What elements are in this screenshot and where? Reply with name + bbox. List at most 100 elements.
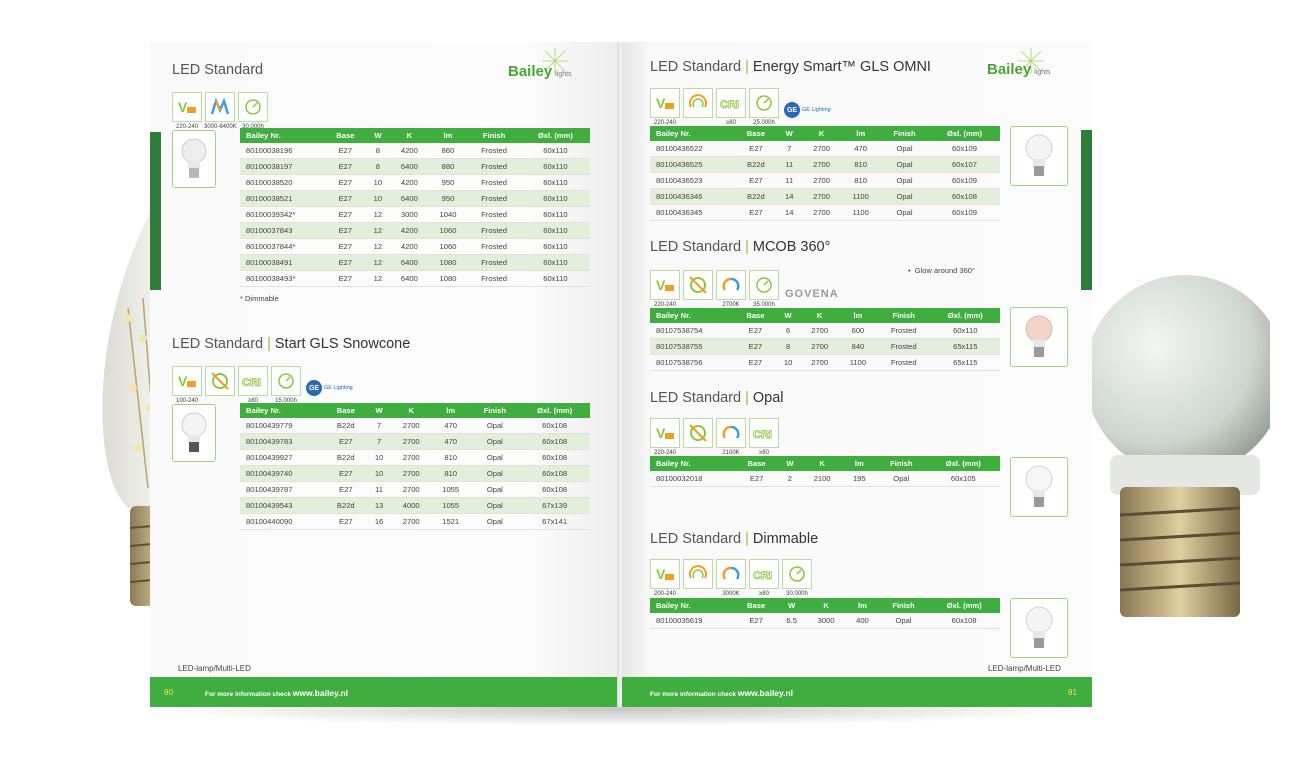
dual-color-icon: 3000-6400K bbox=[204, 92, 237, 130]
lifetime-icon: 30.000h bbox=[782, 559, 812, 597]
column-header: lm bbox=[839, 308, 877, 323]
table-cell: 810 bbox=[841, 156, 880, 173]
column-header: W bbox=[775, 308, 801, 323]
table-cell: 1080 bbox=[428, 270, 468, 287]
column-header: K bbox=[806, 598, 847, 613]
table-cell: 80100439543 bbox=[240, 497, 325, 514]
table-cell: E27 bbox=[325, 206, 366, 223]
table-cell: 7 bbox=[366, 418, 392, 434]
column-header: Base bbox=[735, 456, 779, 471]
column-header: Finish bbox=[467, 128, 521, 143]
table-cell: Frosted bbox=[467, 190, 521, 207]
column-header: W bbox=[366, 403, 392, 418]
section-title: LED Standard | Opal bbox=[650, 390, 784, 406]
non-dimmable-icon bbox=[683, 270, 713, 300]
right-page: LED Standard | Energy Smart™ GLS OMNI Bail… bbox=[622, 42, 1092, 707]
table-cell: Frosted bbox=[467, 143, 521, 159]
table-header-row: Bailey Nr. Base W K lm Finish Øxl. (mm) bbox=[240, 128, 590, 143]
table-cell: 60x105 bbox=[926, 471, 1000, 487]
table-cell: 950 bbox=[428, 190, 468, 207]
ge-lighting-logo: GE GE Lighting bbox=[784, 102, 831, 118]
table-cell: 80100038197 bbox=[240, 158, 325, 175]
column-header: Base bbox=[735, 598, 778, 613]
footer-category: LED-lamp/Multi-LED bbox=[988, 664, 1061, 673]
table-header-row: Bailey Nr. Base W K lm Finish Øxl. (mm) bbox=[650, 308, 1000, 323]
table-cell: 80100032018 bbox=[650, 471, 735, 487]
table-cell: 4200 bbox=[390, 238, 429, 255]
table-cell: 80100035619 bbox=[650, 613, 735, 629]
column-header: Bailey Nr. bbox=[650, 126, 735, 141]
spec-icons: V 220-240 2700K 35.000h GOVENA bbox=[650, 270, 839, 308]
voltage-icon: V 220-240 bbox=[650, 270, 680, 308]
table-cell: 2700 bbox=[391, 513, 431, 530]
column-header: Base bbox=[735, 126, 777, 141]
table-row: 80100439740 E27 10 2700 810 Opal 60x108 bbox=[240, 465, 590, 482]
table-row: 80100037844* E27 12 4200 1060 Frosted 60x110 bbox=[240, 238, 590, 255]
table-row: 80100439787 E27 11 2700 1055 Opal 60x108 bbox=[240, 481, 590, 498]
table-cell: 6.5 bbox=[777, 613, 807, 629]
spec-table: Bailey Nr. Base W K lm Finish Øxl. (mm) … bbox=[650, 456, 1000, 487]
table-row: 80107538755 E27 8 2700 840 Frosted 65x115 bbox=[650, 338, 1000, 355]
table-cell: 80100436522 bbox=[650, 141, 735, 157]
table-cell: Opal bbox=[470, 465, 520, 482]
non-dimmable-icon bbox=[205, 366, 235, 396]
column-header: Øxl. (mm) bbox=[519, 403, 590, 418]
table-cell: Opal bbox=[470, 497, 520, 514]
column-header: W bbox=[776, 126, 802, 141]
footnote: * Dimmable bbox=[240, 294, 279, 303]
table-row: 80100037843 E27 12 4200 1060 Frosted 60x110 bbox=[240, 222, 590, 239]
footer-url-link[interactable]: www.bailey.nl bbox=[293, 688, 348, 698]
table-cell: E27 bbox=[735, 323, 776, 339]
table-cell: 2700 bbox=[391, 465, 431, 482]
table-cell: 80100039342* bbox=[240, 206, 325, 223]
table-row: 80100032018 E27 2 2100 195 Opal 60x105 bbox=[650, 471, 1000, 487]
table-cell: 11 bbox=[366, 481, 392, 498]
svg-text:CRI: CRI bbox=[753, 429, 772, 440]
footer-category: LED-lamp/Multi-LED bbox=[178, 664, 251, 673]
section-title: LED Standard | Dimmable bbox=[650, 531, 819, 547]
table-cell: Frosted bbox=[467, 158, 521, 175]
table-cell: 2700 bbox=[801, 204, 842, 221]
table-cell: 2700 bbox=[391, 481, 431, 498]
column-header: Øxl. (mm) bbox=[929, 126, 1000, 141]
table-cell: 80100037843 bbox=[240, 222, 325, 239]
column-header: Base bbox=[735, 308, 776, 323]
non-dimmable-icon bbox=[683, 418, 713, 448]
spec-table: Bailey Nr. Base W K lm Finish Øxl. (mm) … bbox=[240, 403, 590, 530]
govena-logo: GOVENA bbox=[785, 288, 839, 300]
table-cell: 60x110 bbox=[930, 323, 1000, 339]
table-cell: B22d bbox=[325, 497, 367, 514]
table-cell: Frosted bbox=[467, 206, 521, 223]
footer-url-link[interactable]: www.bailey.nl bbox=[738, 688, 793, 698]
table-cell: 1055 bbox=[430, 497, 471, 514]
table-cell: E27 bbox=[325, 433, 367, 450]
cri-icon: CRI ≥80 bbox=[238, 366, 268, 404]
table-cell: 3000 bbox=[390, 206, 429, 223]
table-cell: 80107538755 bbox=[650, 338, 735, 355]
cri-icon: CRI ≥80 bbox=[749, 559, 779, 597]
table-cell: 8 bbox=[365, 143, 391, 159]
table-cell: 2700 bbox=[391, 433, 431, 450]
column-header: Bailey Nr. bbox=[650, 598, 735, 613]
table-cell: E27 bbox=[325, 254, 366, 271]
column-header: K bbox=[390, 128, 429, 143]
column-header: lm bbox=[841, 126, 880, 141]
table-cell: 2700 bbox=[391, 418, 431, 434]
ge-lighting-logo: GE GE Lighting bbox=[306, 380, 353, 396]
table-cell: B22d bbox=[325, 418, 367, 434]
table-cell: 4200 bbox=[390, 222, 429, 239]
table-cell: 60x109 bbox=[929, 172, 1000, 189]
table-header-row: Bailey Nr. Base W K lm Finish Øxl. (mm) bbox=[650, 126, 1000, 141]
color-temp-icon: 2100K bbox=[716, 418, 746, 456]
lifetime-icon: 35.000h bbox=[749, 270, 779, 308]
table-cell: 80100436346 bbox=[650, 188, 735, 205]
product-thumbnail bbox=[172, 404, 216, 462]
column-header: Finish bbox=[470, 403, 520, 418]
table-cell: 2700 bbox=[801, 156, 842, 173]
table-cell: 1055 bbox=[430, 481, 471, 498]
table-cell: 80100436523 bbox=[650, 172, 735, 189]
table-cell: 2700 bbox=[391, 449, 431, 466]
table-cell: 400 bbox=[846, 613, 879, 629]
table-cell: Opal bbox=[470, 513, 520, 530]
column-header: K bbox=[801, 126, 842, 141]
